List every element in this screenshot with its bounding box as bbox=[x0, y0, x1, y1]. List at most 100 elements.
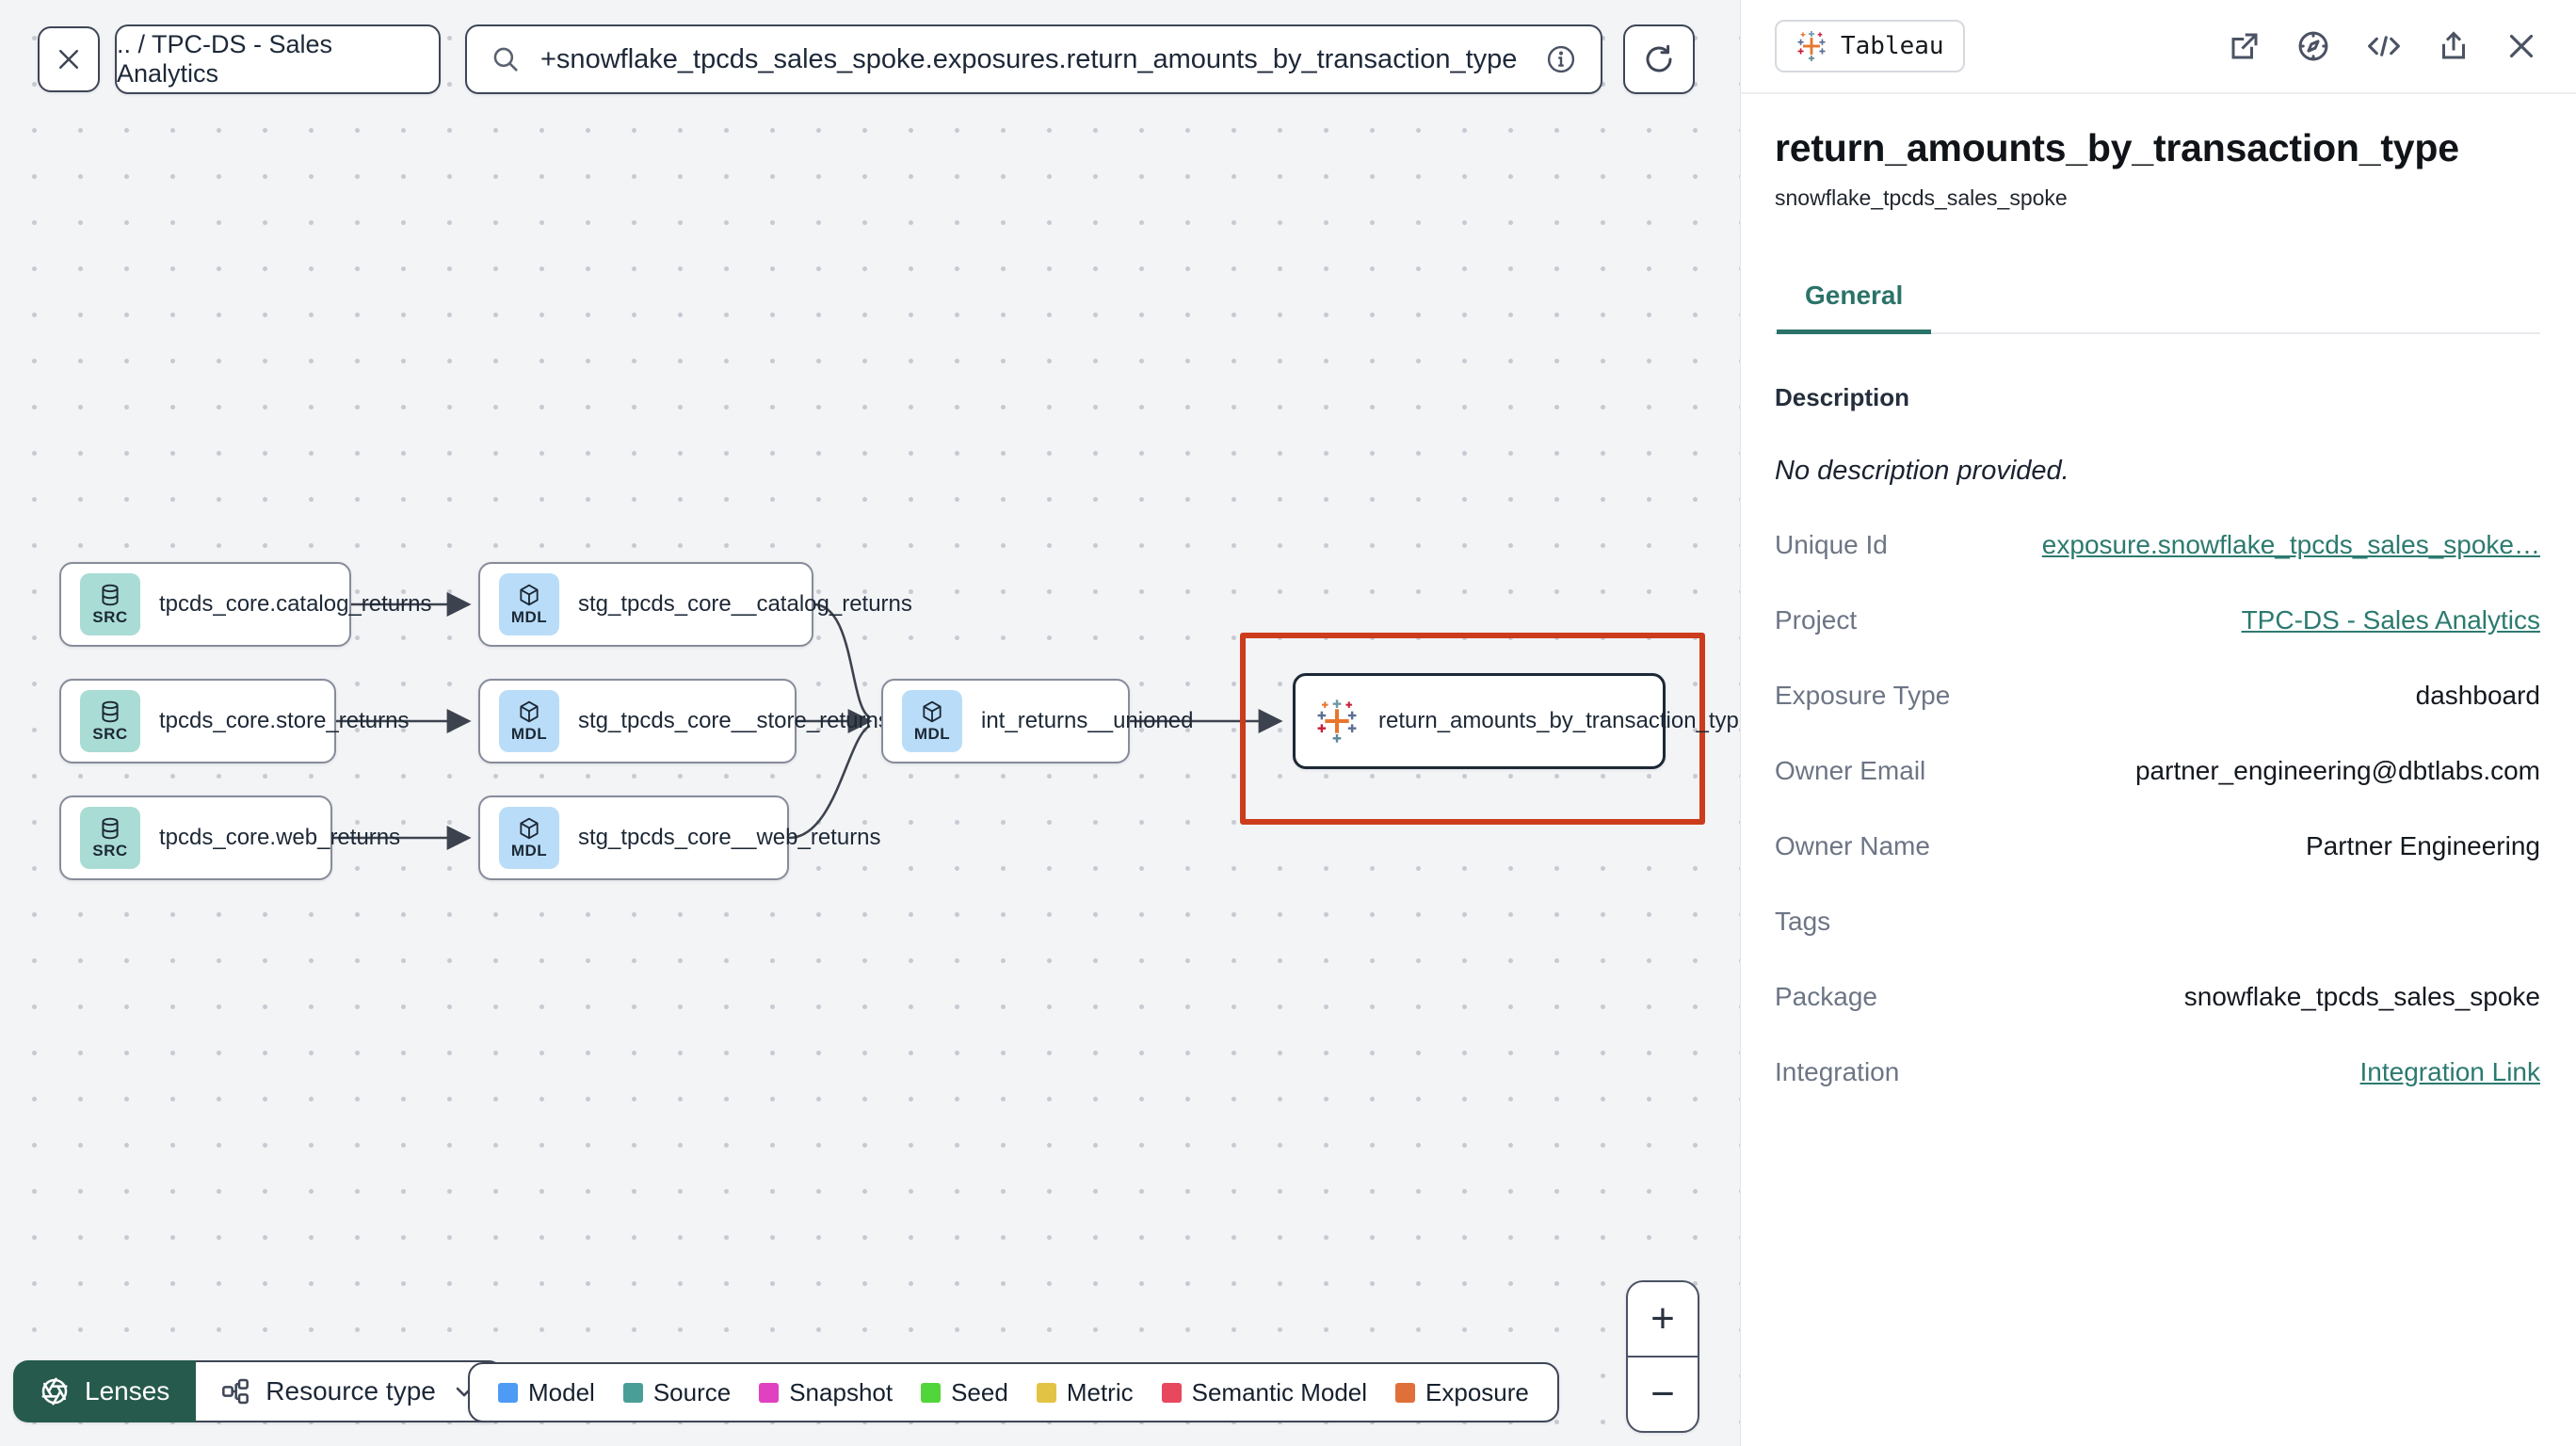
model-badge-icon: MDL bbox=[499, 807, 559, 869]
resource-type-icon bbox=[220, 1376, 250, 1406]
legend-swatch bbox=[498, 1382, 518, 1403]
detail-row-package: Package snowflake_tpcds_sales_spoke bbox=[1775, 982, 2540, 1014]
legend-swatch bbox=[759, 1382, 780, 1403]
field-label: Integration bbox=[1775, 1057, 1900, 1086]
legend-label: Metric bbox=[1066, 1377, 1134, 1406]
node-label: stg_tpcds_core__catalog_returns bbox=[578, 591, 912, 617]
field-label: Package bbox=[1775, 982, 1877, 1011]
source-badge-icon: SRC bbox=[80, 807, 140, 869]
field-value: snowflake_tpcds_sales_spoke bbox=[2183, 982, 2540, 1011]
field-label: Tags bbox=[1775, 907, 1831, 936]
info-icon[interactable] bbox=[1544, 42, 1578, 76]
lenses-button[interactable]: Lenses bbox=[13, 1360, 197, 1422]
legend-label: Exposure bbox=[1425, 1377, 1529, 1406]
detail-row-tags: Tags bbox=[1775, 907, 2540, 939]
field-value: dashboard bbox=[2415, 681, 2540, 710]
explore-compass-icon[interactable] bbox=[2295, 28, 2331, 64]
resource-type-dropdown[interactable]: Resource type bbox=[196, 1360, 504, 1422]
legend-item-semantic-model: Semantic Model bbox=[1161, 1377, 1368, 1407]
zoom-in-button[interactable]: + bbox=[1628, 1282, 1698, 1358]
tableau-badge-label: Tableau bbox=[1841, 32, 1944, 60]
field-value[interactable]: Integration Link bbox=[2360, 1057, 2540, 1087]
legend-swatch bbox=[1036, 1382, 1056, 1403]
source-badge-icon: SRC bbox=[80, 573, 140, 635]
model-badge-icon: MDL bbox=[902, 690, 962, 752]
legend-swatch bbox=[1161, 1382, 1182, 1403]
close-icon bbox=[55, 45, 83, 73]
refresh-icon bbox=[1642, 42, 1676, 76]
resource-type-label: Resource type bbox=[266, 1376, 436, 1406]
resource-package-subtitle: snowflake_tpcds_sales_spoke bbox=[1775, 185, 2068, 210]
detail-row-project: Project TPC-DS - Sales Analytics bbox=[1775, 605, 2540, 637]
lenses-label: Lenses bbox=[85, 1376, 170, 1406]
close-panel-icon[interactable] bbox=[2504, 29, 2538, 63]
open-external-icon[interactable] bbox=[2228, 29, 2262, 63]
node-label: stg_tpcds_core__store_returns bbox=[578, 708, 890, 733]
graph-node-exposure[interactable]: return_amounts_by_transaction_type bbox=[1293, 673, 1751, 769]
lenses-aperture-icon bbox=[40, 1376, 70, 1406]
tableau-exposure-icon bbox=[1314, 699, 1360, 744]
field-label: Exposure Type bbox=[1775, 681, 1951, 710]
field-label: Owner Email bbox=[1775, 756, 1926, 785]
description-empty-text: No description provided. bbox=[1775, 456, 2069, 486]
breadcrumb[interactable]: .. / TPC-DS - Sales Analytics bbox=[115, 24, 441, 94]
detail-row-exposure-type: Exposure Type dashboard bbox=[1775, 681, 2540, 713]
graph-node-src_catalog[interactable]: SRC tpcds_core.catalog_returns bbox=[59, 562, 432, 647]
share-icon[interactable] bbox=[2437, 29, 2471, 63]
detail-row-integration: Integration Integration Link bbox=[1775, 1057, 2540, 1089]
legend-item-model: Model bbox=[498, 1378, 595, 1407]
zoom-controls: + − bbox=[1626, 1280, 1699, 1433]
lineage-canvas[interactable]: SRC tpcds_core.catalog_returns SRC tpcds_co… bbox=[0, 0, 1751, 1446]
detail-row-unique-id: Unique Id exposure.snowflake_tpcds_sales_… bbox=[1775, 530, 2540, 562]
lens-controls: Lenses Resource type bbox=[13, 1360, 504, 1422]
tableau-logo-icon bbox=[1795, 30, 1827, 62]
node-label: stg_tpcds_core__web_returns bbox=[578, 825, 881, 850]
model-badge-icon: MDL bbox=[499, 573, 559, 635]
node-label: tpcds_core.store_returns bbox=[159, 708, 410, 733]
description-heading: Description bbox=[1775, 383, 1910, 411]
node-label: return_amounts_by_transaction_type bbox=[1378, 708, 1752, 733]
field-label: Owner Name bbox=[1775, 831, 1930, 860]
graph-node-src_web[interactable]: SRC tpcds_core.web_returns bbox=[59, 795, 400, 880]
code-icon[interactable] bbox=[2365, 28, 2403, 64]
detail-row-owner-email: Owner Email partner_engineering@dbtlabs.c… bbox=[1775, 756, 2540, 788]
legend-label: Model bbox=[528, 1377, 595, 1406]
close-lineage-button[interactable] bbox=[38, 26, 100, 92]
detail-panel-header: Tableau bbox=[1741, 0, 2576, 94]
legend-item-seed: Seed bbox=[921, 1378, 1008, 1407]
resource-legend: Model Source Snapshot Seed Metric Semantic Mo… bbox=[468, 1362, 1559, 1422]
node-label: int_returns__unioned bbox=[981, 708, 1194, 733]
legend-label: Semantic Model bbox=[1191, 1377, 1368, 1406]
field-value: Partner Engineering bbox=[2305, 831, 2540, 860]
graph-node-stg_store[interactable]: MDL stg_tpcds_core__store_returns bbox=[478, 679, 890, 763]
search-icon bbox=[490, 43, 522, 75]
legend-label: Seed bbox=[951, 1377, 1008, 1406]
graph-node-int_unioned[interactable]: MDL int_returns__unioned bbox=[881, 679, 1194, 763]
search-bar bbox=[465, 24, 1602, 94]
legend-item-source: Source bbox=[622, 1378, 731, 1407]
refresh-button[interactable] bbox=[1623, 24, 1695, 94]
field-label: Unique Id bbox=[1775, 530, 1888, 559]
zoom-out-button[interactable]: − bbox=[1628, 1358, 1698, 1431]
field-value[interactable]: exposure.snowflake_tpcds_sales_spoke… bbox=[2042, 530, 2540, 560]
graph-node-src_store[interactable]: SRC tpcds_core.store_returns bbox=[59, 679, 409, 763]
legend-item-exposure: Exposure bbox=[1395, 1378, 1529, 1407]
node-label: tpcds_core.web_returns bbox=[159, 825, 401, 850]
graph-node-stg_web[interactable]: MDL stg_tpcds_core__web_returns bbox=[478, 795, 881, 880]
legend-swatch bbox=[1395, 1382, 1416, 1403]
breadcrumb-label: .. / TPC-DS - Sales Analytics bbox=[117, 30, 333, 88]
panel-tabs: General bbox=[1775, 281, 2540, 334]
model-badge-icon: MDL bbox=[499, 690, 559, 752]
field-value[interactable]: TPC-DS - Sales Analytics bbox=[2242, 605, 2540, 635]
tab-general[interactable]: General bbox=[1777, 281, 1932, 334]
graph-node-stg_catalog[interactable]: MDL stg_tpcds_core__catalog_returns bbox=[478, 562, 912, 647]
field-value: partner_engineering@dbtlabs.com bbox=[2134, 756, 2540, 785]
field-label: Project bbox=[1775, 605, 1858, 635]
detail-row-owner-name: Owner Name Partner Engineering bbox=[1775, 831, 2540, 863]
resource-title: return_amounts_by_transaction_type bbox=[1775, 126, 2459, 169]
tableau-badge[interactable]: Tableau bbox=[1775, 20, 1965, 72]
legend-item-metric: Metric bbox=[1036, 1377, 1134, 1407]
search-input[interactable] bbox=[540, 43, 1525, 75]
legend-swatch bbox=[921, 1382, 942, 1403]
legend-swatch bbox=[622, 1382, 643, 1403]
